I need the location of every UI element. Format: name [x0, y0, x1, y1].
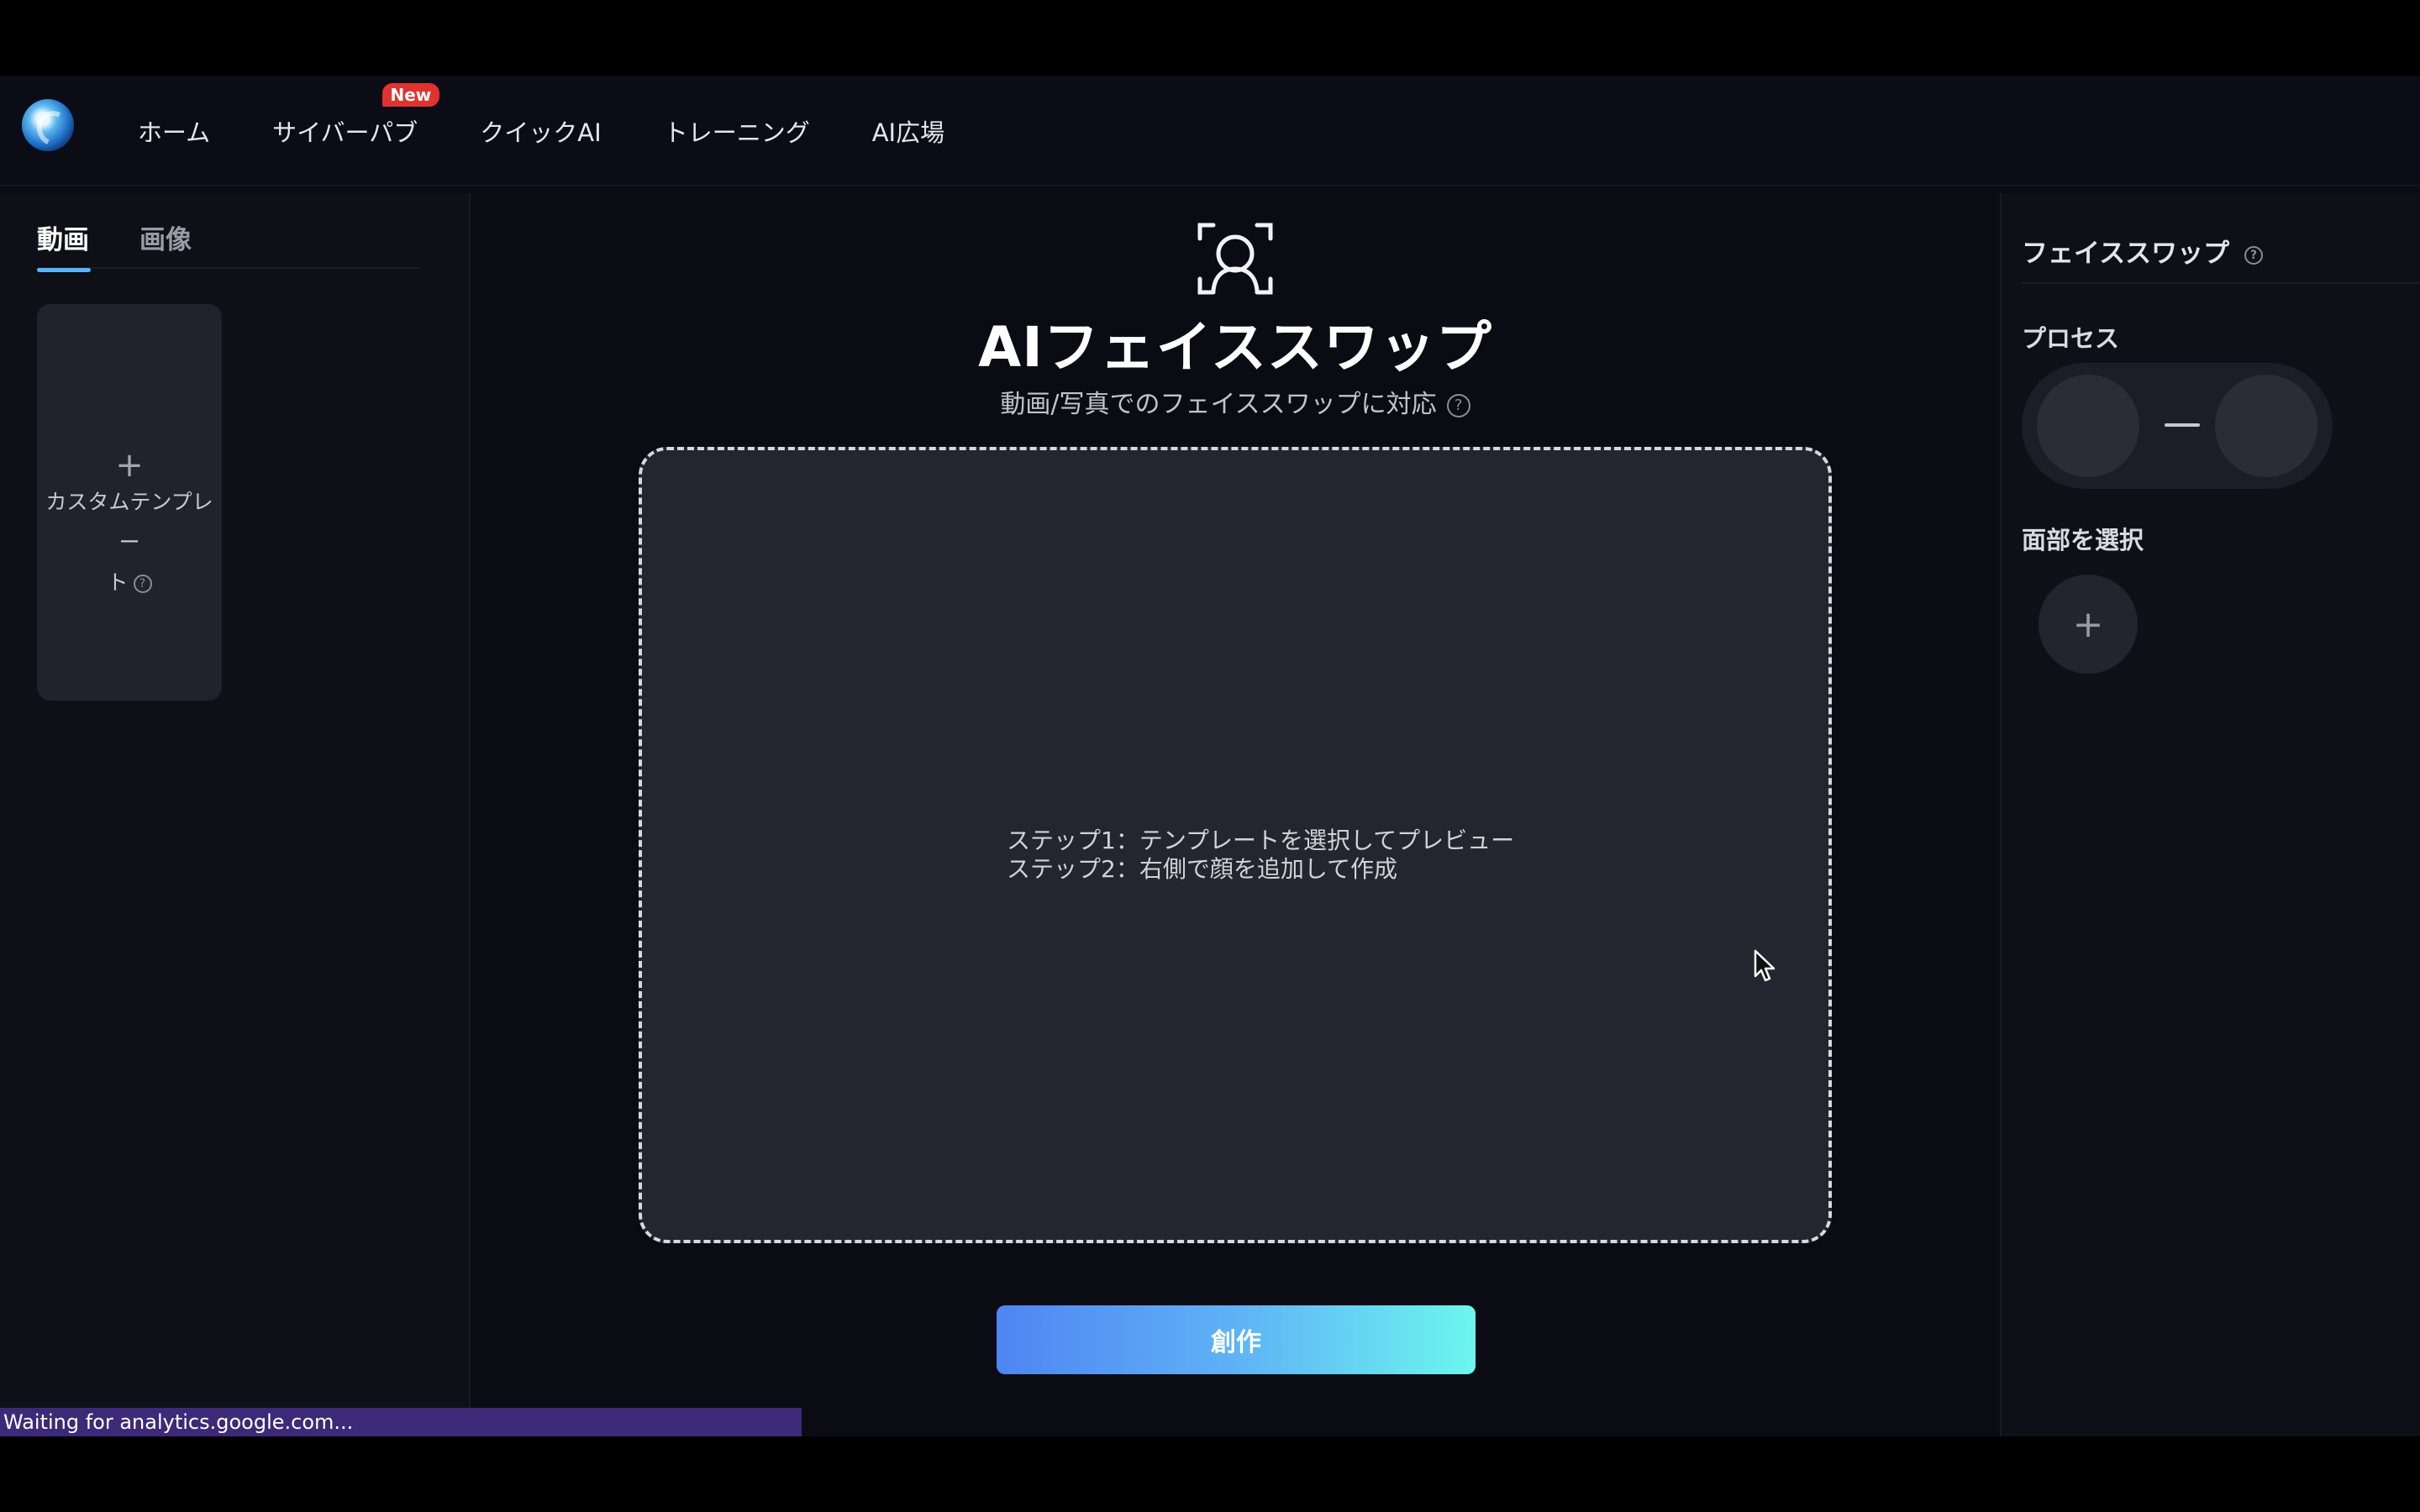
step-1-text: ステップ1：テンプレートを選択してプレビュー [1007, 827, 1515, 854]
custom-template-label-line2: ト [107, 570, 129, 595]
main-workspace: AIフェイススワップ 動画/写真でのフェイススワップに対応? ステップ1：テンプ… [472, 193, 1998, 1436]
tab-video[interactable]: 動画 [37, 218, 91, 272]
settings-panel: フェイススワップ? プロセス 面部を選択 + [2000, 193, 2420, 1436]
select-face-label: 面部を選択 [2022, 526, 2144, 554]
source-face-slot[interactable] [2037, 375, 2139, 477]
panel-title-text: フェイススワップ [2022, 239, 2230, 269]
page-title: AIフェイススワップ [978, 315, 1492, 380]
nav-item-cyberpub[interactable]: サイバーパブ New [272, 83, 440, 149]
template-sidebar: 動画 画像 + カスタムテンプレー ト? [0, 193, 471, 1436]
nav-item-training[interactable]: トレーニング [664, 113, 810, 149]
help-icon[interactable]: ? [1446, 393, 1470, 417]
target-face-slot[interactable] [2215, 375, 2317, 477]
panel-title: フェイススワップ? [2022, 232, 2264, 270]
nav-item-label: サイバーパブ [272, 118, 418, 147]
screen-bottom-border [0, 1436, 2420, 1512]
create-button[interactable]: 創作 [997, 1305, 1476, 1374]
custom-template-label: カスタムテンプレー ト? [37, 482, 222, 603]
screen-top-border [0, 0, 2420, 76]
process-selector [2022, 363, 2333, 489]
step-2-text: ステップ2：右側で顔を追加して作成 [1007, 855, 1397, 883]
tab-image[interactable]: 画像 [139, 218, 192, 269]
preview-drop-zone[interactable]: ステップ1：テンプレートを選択してプレビュー ステップ2：右側で顔を追加して作成 [639, 447, 1832, 1243]
nav-item-ai-plaza[interactable]: AI広場 [872, 113, 944, 149]
app-logo[interactable] [22, 99, 74, 151]
header-nav: ホーム サイバーパブ New クイックAI トレーニング AI広場 [0, 76, 2420, 186]
nav-item-quick-ai[interactable]: クイックAI [480, 113, 601, 149]
new-badge: New [381, 83, 440, 107]
nav-item-home[interactable]: ホーム [138, 113, 210, 149]
add-face-button[interactable]: + [2039, 575, 2138, 674]
custom-template-label-line1: カスタムテンプレー [45, 490, 213, 554]
plus-icon: + [115, 446, 144, 485]
arrow-connector [2165, 423, 2200, 427]
help-icon[interactable]: ? [2244, 245, 2264, 265]
page-subtitle: 動画/写真でのフェイススワップに対応? [472, 383, 1998, 420]
subtitle-text: 動画/写真でのフェイススワップに対応 [1000, 390, 1437, 419]
help-icon[interactable]: ? [133, 575, 152, 593]
process-label: プロセス [2022, 324, 2120, 353]
divider [2022, 282, 2420, 284]
instructions: ステップ1：テンプレートを選択してプレビュー ステップ2：右側で顔を追加して作成 [1007, 827, 1514, 884]
browser-status-bar: Waiting for analytics.google.com... [0, 1408, 802, 1436]
app-window: ホーム サイバーパブ New クイックAI トレーニング AI広場 動画 画像 … [0, 76, 2420, 1436]
custom-template-button[interactable]: + カスタムテンプレー ト? [37, 304, 222, 701]
media-tabs: 動画 画像 [37, 218, 420, 272]
mouse-cursor-icon [1754, 949, 1776, 982]
face-scan-icon [1197, 223, 1273, 295]
main-nav: ホーム サイバーパブ New クイックAI トレーニング AI広場 [138, 76, 1007, 186]
